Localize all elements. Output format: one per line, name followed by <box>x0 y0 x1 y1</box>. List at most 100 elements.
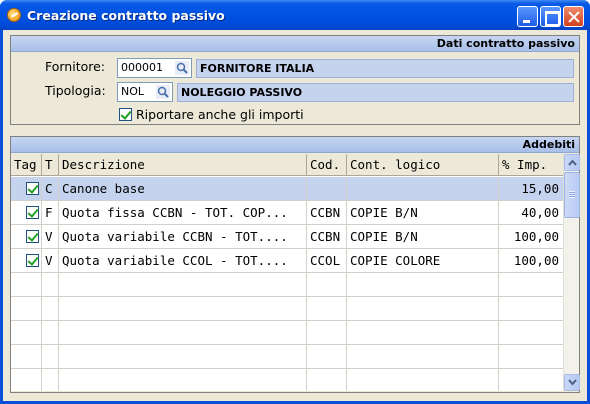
cont-logico-cell <box>347 177 499 201</box>
title-bar[interactable]: Creazione contratto passivo <box>0 0 590 30</box>
table-row[interactable]: V Quota variabile CCOL - TOT.... CCOL CO… <box>11 249 563 273</box>
fornitore-description-field: FORNITORE ITALIA <box>196 59 574 78</box>
tipologia-label: Tipologia: <box>45 83 106 98</box>
window-title: Creazione contratto passivo <box>27 8 225 23</box>
table-row[interactable]: C Canone base 15,00 <box>11 177 563 201</box>
table-row[interactable]: V Quota variabile CCBN - TOT.... CCBN CO… <box>11 225 563 249</box>
column-header-tag[interactable]: Tag <box>11 154 42 176</box>
column-header-perc-imp[interactable]: % Imp. <box>499 154 563 176</box>
tag-cell <box>11 225 42 249</box>
row-tag-checkbox[interactable] <box>26 206 39 219</box>
empty-cell <box>59 273 307 297</box>
empty-row[interactable] <box>11 345 563 369</box>
empty-cell <box>347 345 499 369</box>
empty-cell <box>347 369 499 391</box>
fornitore-label: Fornitore: <box>45 59 106 74</box>
tipologia-code-field[interactable]: NOL <box>117 82 173 102</box>
empty-cell <box>11 345 42 369</box>
app-icon <box>7 8 21 22</box>
empty-cell <box>42 297 59 321</box>
empty-cell <box>307 297 347 321</box>
empty-cell <box>59 369 307 391</box>
charges-header: Addebiti <box>11 137 579 153</box>
scroll-down-button[interactable] <box>564 374 580 391</box>
chevron-down-icon <box>568 379 577 386</box>
empty-cell <box>307 369 347 391</box>
perc-imp-cell: 15,00 <box>521 181 559 196</box>
column-header-cont-logico[interactable]: Cont. logico <box>347 154 499 176</box>
charges-group: Addebiti Tag T Descrizione Cod. Cont. lo… <box>10 136 580 393</box>
codice-cell: CCBN <box>307 201 347 225</box>
empty-row[interactable] <box>11 369 563 391</box>
window-client-area: Dati contratto passivo Fornitore: 000001… <box>3 30 587 401</box>
chevron-up-icon <box>568 159 577 166</box>
scroll-up-button[interactable] <box>564 154 580 171</box>
vertical-scrollbar[interactable] <box>563 154 580 391</box>
app-window: Creazione contratto passivo Dati contrat… <box>0 0 590 404</box>
contract-data-header: Dati contratto passivo <box>11 36 579 52</box>
empty-cell <box>347 321 499 345</box>
type-cell: V <box>42 249 59 273</box>
empty-cell <box>307 273 347 297</box>
column-header-type[interactable]: T <box>42 154 59 176</box>
tipologia-code-value: NOL <box>121 85 145 98</box>
type-cell: V <box>42 225 59 249</box>
empty-cell <box>42 369 59 391</box>
perc-imp-cell: 100,00 <box>513 253 559 268</box>
empty-cell <box>42 321 59 345</box>
fornitore-code-value: 000001 <box>121 61 163 74</box>
type-cell: C <box>42 177 59 201</box>
close-button[interactable] <box>563 6 584 27</box>
riportare-importi-checkbox[interactable] <box>119 108 132 121</box>
empty-row[interactable] <box>11 273 563 297</box>
empty-cell <box>11 369 42 391</box>
empty-cell <box>59 321 307 345</box>
lookup-search-icon[interactable] <box>175 61 189 75</box>
empty-row[interactable] <box>11 297 563 321</box>
tag-cell <box>11 249 42 273</box>
empty-cell <box>59 297 307 321</box>
empty-cell <box>11 321 42 345</box>
empty-cell <box>347 297 499 321</box>
lookup-search-icon[interactable] <box>156 85 170 99</box>
contract-data-group: Dati contratto passivo Fornitore: 000001… <box>10 35 580 125</box>
descrizione-cell: Quota fissa CCBN - TOT. COP... <box>59 201 307 225</box>
codice-cell <box>307 177 347 201</box>
scroll-thumb[interactable] <box>564 172 580 218</box>
riportare-importi-label: Riportare anche gli importi <box>136 107 304 122</box>
empty-cell <box>42 345 59 369</box>
empty-cell <box>11 273 42 297</box>
empty-cell <box>11 297 42 321</box>
row-tag-checkbox[interactable] <box>26 182 39 195</box>
perc-imp-cell: 100,00 <box>513 229 559 244</box>
column-header-codice[interactable]: Cod. <box>307 154 347 176</box>
cont-logico-cell: COPIE B/N <box>347 225 499 249</box>
maximize-button[interactable] <box>540 6 561 27</box>
cont-logico-cell: COPIE COLORE <box>347 249 499 273</box>
type-cell: F <box>42 201 59 225</box>
tag-cell <box>11 177 42 201</box>
cont-logico-cell: COPIE B/N <box>347 201 499 225</box>
charges-grid: Tag T Descrizione Cod. Cont. logico % Im… <box>11 154 580 391</box>
codice-cell: CCBN <box>307 225 347 249</box>
grid-header-row: Tag T Descrizione Cod. Cont. logico % Im… <box>11 154 563 176</box>
descrizione-cell: Canone base <box>59 177 307 201</box>
empty-cell <box>307 345 347 369</box>
descrizione-cell: Quota variabile CCOL - TOT.... <box>59 249 307 273</box>
tipologia-description-field: NOLEGGIO PASSIVO <box>177 83 574 102</box>
empty-row[interactable] <box>11 321 563 345</box>
row-tag-checkbox[interactable] <box>26 254 39 267</box>
row-tag-checkbox[interactable] <box>26 230 39 243</box>
empty-cell <box>59 345 307 369</box>
empty-cell <box>307 321 347 345</box>
table-row[interactable]: F Quota fissa CCBN - TOT. COP... CCBN CO… <box>11 201 563 225</box>
empty-cell <box>42 273 59 297</box>
column-header-descrizione[interactable]: Descrizione <box>59 154 307 176</box>
empty-cell <box>347 273 499 297</box>
perc-imp-cell: 40,00 <box>521 205 559 220</box>
descrizione-cell: Quota variabile CCBN - TOT.... <box>59 225 307 249</box>
minimize-button[interactable] <box>517 6 538 27</box>
tag-cell <box>11 201 42 225</box>
fornitore-code-field[interactable]: 000001 <box>117 58 192 78</box>
codice-cell: CCOL <box>307 249 347 273</box>
